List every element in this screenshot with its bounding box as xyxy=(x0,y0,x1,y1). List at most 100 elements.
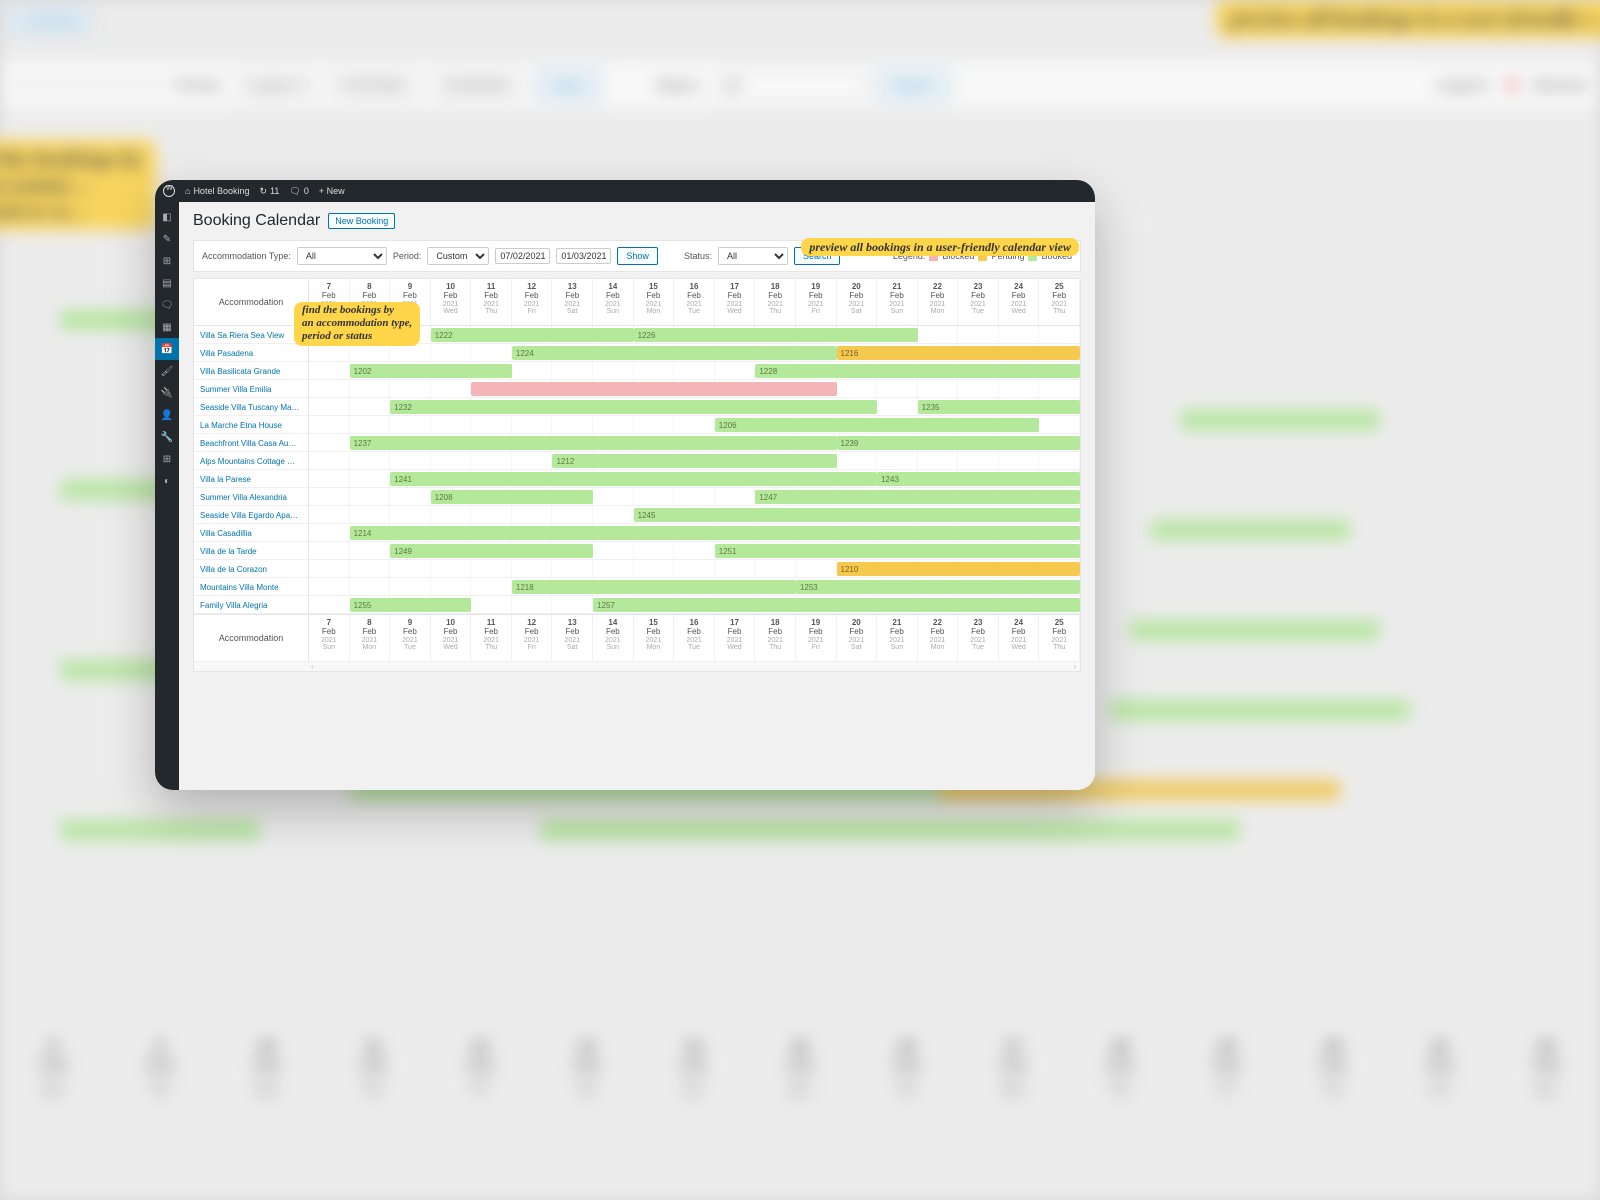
booking-bar[interactable]: 1239 xyxy=(837,436,1080,450)
period-label: Period: xyxy=(393,251,422,261)
date-from-input[interactable] xyxy=(495,248,550,264)
accommodation-name[interactable]: Villa Sa Riera Sea View xyxy=(194,326,309,344)
booking-bar[interactable]: 1247 xyxy=(755,490,1080,504)
date-column: 11Feb2021Thu xyxy=(471,279,512,325)
booking-bar[interactable]: 1253 xyxy=(796,580,1080,594)
booking-bar[interactable]: 1206 xyxy=(715,418,1040,432)
calendar-row: Alps Mountains Cottage … 1212 xyxy=(194,452,1080,470)
date-column: 23Feb2021Tue xyxy=(958,279,999,325)
date-column: 9Feb2021Tue xyxy=(390,615,431,661)
booking-bar[interactable]: 1237 xyxy=(350,436,837,450)
bg-new-booking-button: w Booking xyxy=(8,8,90,33)
booking-bar[interactable]: 1249 xyxy=(390,544,593,558)
accommodation-name[interactable]: Villa Pasadena xyxy=(194,344,309,362)
calendar-row: La Marche Etna House 1206 xyxy=(194,416,1080,434)
booking-bar[interactable]: 1226 xyxy=(634,328,918,342)
sidebar-tools-icon[interactable]: 🔧 xyxy=(155,426,179,448)
booking-bar[interactable]: 1245 xyxy=(634,508,1080,522)
date-column: 10Feb2021Wed xyxy=(431,615,472,661)
booking-bar[interactable]: 1251 xyxy=(715,544,1080,558)
sidebar-appearance-icon[interactable]: 🖌 xyxy=(155,360,179,382)
sidebar-collapse-icon[interactable]: ◐ xyxy=(155,470,179,492)
period-select[interactable]: Custom xyxy=(427,247,489,265)
accommodation-name[interactable]: Seaside Villa Egardo Apa… xyxy=(194,506,309,524)
sidebar-plugins-icon[interactable]: 🔌 xyxy=(155,382,179,404)
booking-bar[interactable]: 1216 xyxy=(837,346,1080,360)
accommodation-name[interactable]: Villa la Parese xyxy=(194,470,309,488)
accommodation-name[interactable]: Villa de la Corazon xyxy=(194,560,309,578)
calendar-body: Villa Sa Riera Sea View 12221226 Villa Pas… xyxy=(194,326,1080,614)
date-column: 22Feb2021Mon xyxy=(918,279,959,325)
wp-logo-icon[interactable] xyxy=(163,185,175,197)
booking-bar[interactable]: 1222 xyxy=(431,328,634,342)
annotation-preview: preview all bookings in a user-friendly … xyxy=(801,238,1079,256)
booking-bar[interactable]: 1218 xyxy=(512,580,796,594)
accommodation-name[interactable]: Alps Mountains Cottage … xyxy=(194,452,309,470)
sidebar-pages-icon[interactable]: ▤ xyxy=(155,272,179,294)
booking-bar[interactable]: 1214 xyxy=(350,526,1080,540)
horizontal-scroll-indicator[interactable] xyxy=(194,661,1080,671)
calendar-row: Villa de la Corazon 1210 xyxy=(194,560,1080,578)
accommodation-name[interactable]: La Marche Etna House xyxy=(194,416,309,434)
booking-bar[interactable]: 1202 xyxy=(350,364,512,378)
sidebar-posts-icon[interactable]: ✎ xyxy=(155,228,179,250)
accommodation-header: Accommodation xyxy=(194,279,309,325)
sidebar-users-icon[interactable]: 👤 xyxy=(155,404,179,426)
accommodation-name[interactable]: Summer Villa Emilia xyxy=(194,380,309,398)
booking-bar[interactable]: 1228 xyxy=(755,364,1080,378)
accommodation-name[interactable]: Villa Casadillia xyxy=(194,524,309,542)
accommodation-name[interactable]: Villa Basilicata Grande xyxy=(194,362,309,380)
sidebar-media-icon[interactable]: ⊞ xyxy=(155,250,179,272)
booking-bar[interactable]: 1210 xyxy=(837,562,1080,576)
booking-bar[interactable]: 1257 xyxy=(593,598,1080,612)
booking-bar[interactable] xyxy=(471,382,836,396)
accommodation-name[interactable]: Seaside Villa Tuscany Ma… xyxy=(194,398,309,416)
date-column: 24Feb2021Wed xyxy=(999,279,1040,325)
calendar-row: Villa Pasadena 12241216 xyxy=(194,344,1080,362)
booking-bar[interactable]: 1235 xyxy=(918,400,1080,414)
calendar-row: Summer Villa Emilia xyxy=(194,380,1080,398)
sidebar-dashboard-icon[interactable]: ◧ xyxy=(155,206,179,228)
new-link[interactable]: + New xyxy=(319,186,345,196)
date-column: 22Feb2021Mon xyxy=(918,615,959,661)
booking-bar[interactable]: 1208 xyxy=(431,490,593,504)
calendar-footer: Accommodation 7Feb2021Sun8Feb2021Mon9Feb… xyxy=(194,614,1080,661)
calendar-row: Beachfront Villa Casa Au… 12371239 xyxy=(194,434,1080,452)
date-to-input[interactable] xyxy=(556,248,611,264)
date-column: 13Feb2021Sat xyxy=(552,279,593,325)
acc-type-select[interactable]: All xyxy=(297,247,387,265)
booking-bar[interactable]: 1243 xyxy=(877,472,1080,486)
site-name[interactable]: ⌂ Hotel Booking xyxy=(185,186,249,196)
date-column: 21Feb2021Sun xyxy=(877,615,918,661)
comments-icon[interactable]: 🗨 0 xyxy=(289,186,308,197)
booking-bar[interactable]: 1224 xyxy=(512,346,837,360)
sidebar-accommodation-icon[interactable]: ▦ xyxy=(155,316,179,338)
booking-bar[interactable]: 1232 xyxy=(390,400,877,414)
calendar-row: Summer Villa Alexandria 1208 1247 xyxy=(194,488,1080,506)
booking-bar[interactable]: 1255 xyxy=(350,598,472,612)
booking-bar[interactable]: 1212 xyxy=(552,454,836,468)
date-column: 20Feb2021Sat xyxy=(837,279,878,325)
accommodation-name[interactable]: Villa de la Tarde xyxy=(194,542,309,560)
sidebar-comments-icon[interactable]: 🗨 xyxy=(155,294,179,316)
accommodation-name[interactable]: Beachfront Villa Casa Au… xyxy=(194,434,309,452)
status-label: Status: xyxy=(684,251,712,261)
accommodation-name[interactable]: Mountains Villa Monte xyxy=(194,578,309,596)
accommodation-name[interactable]: Summer Villa Alexandria xyxy=(194,488,309,506)
sidebar-settings-icon[interactable]: ⊞ xyxy=(155,448,179,470)
bg-date-row: 8Feb2021Mon9Feb2021Tue10Feb2021Wed11Feb2… xyxy=(0,1038,1600,1100)
date-column: 19Feb2021Fri xyxy=(796,279,837,325)
accommodation-name[interactable]: Family Villa Alegria xyxy=(194,596,309,614)
status-select[interactable]: All xyxy=(718,247,788,265)
booking-bar[interactable]: 1241 xyxy=(390,472,877,486)
accommodation-footer: Accommodation xyxy=(194,615,309,661)
new-booking-button[interactable]: New Booking xyxy=(328,213,395,229)
date-column: 12Feb2021Fri xyxy=(512,615,553,661)
show-button[interactable]: Show xyxy=(617,247,658,265)
date-column: 20Feb2021Sat xyxy=(837,615,878,661)
bg-filterbar: Period: Custom ▾ 07/02/2021 01/03/2021 S… xyxy=(0,60,1600,110)
sidebar-bookings-icon[interactable]: 📅 xyxy=(155,338,179,360)
bg-annot-find: d the bookings by accommo… riod or st… xyxy=(0,140,156,230)
calendar-row: Villa de la Tarde 1249 1251 xyxy=(194,542,1080,560)
updates-icon[interactable]: ↻ 11 xyxy=(259,186,279,197)
